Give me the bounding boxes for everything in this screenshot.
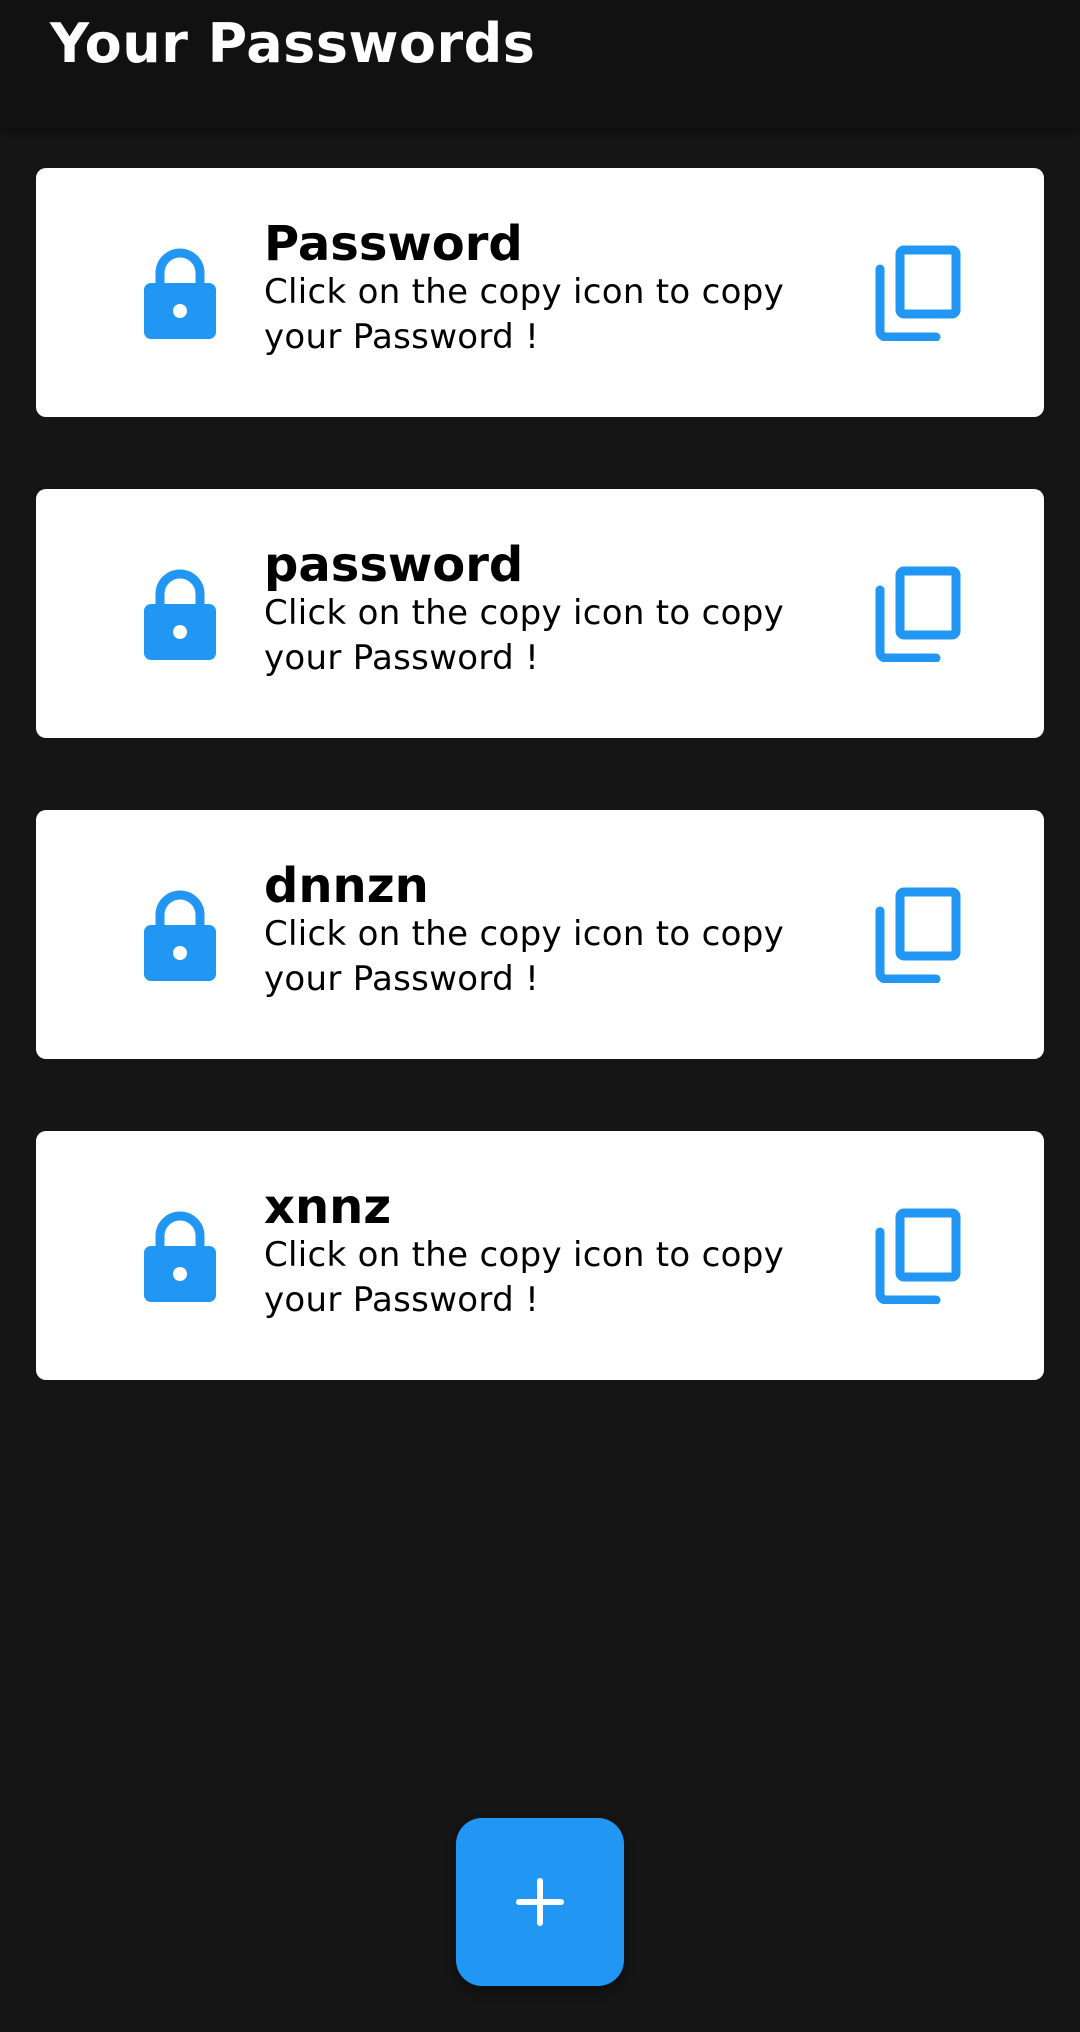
password-title: xnnz	[264, 1179, 392, 1235]
password-description: Click on the copy icon to copy your Pass…	[264, 914, 785, 999]
password-description: Click on the copy icon to copy your Pass…	[264, 1235, 785, 1320]
lock-icon	[144, 890, 216, 981]
password-title: password	[264, 537, 524, 593]
page-title: Your Passwords	[50, 12, 536, 75]
password-card[interactable]: dnnzn Click on the copy icon to copy you…	[36, 810, 1044, 1059]
password-title: dnnzn	[264, 858, 429, 914]
add-password-button[interactable]	[456, 1818, 624, 1986]
plus-icon	[516, 1878, 564, 1926]
password-card[interactable]: password Click on the copy icon to copy …	[36, 489, 1044, 738]
copy-icon[interactable]	[874, 245, 962, 341]
password-card[interactable]: xnnz Click on the copy icon to copy your…	[36, 1131, 1044, 1380]
password-description: Click on the copy icon to copy your Pass…	[264, 593, 785, 678]
copy-icon[interactable]	[874, 566, 962, 662]
copy-icon[interactable]	[874, 1208, 962, 1304]
password-card[interactable]: Password Click on the copy icon to copy …	[36, 168, 1044, 417]
card-text: password Click on the copy icon to copy …	[264, 539, 864, 681]
lock-icon	[144, 569, 216, 660]
app-bar: Your Passwords	[0, 0, 1080, 128]
lock-icon	[144, 1211, 216, 1302]
card-text: Password Click on the copy icon to copy …	[264, 218, 864, 360]
card-text: dnnzn Click on the copy icon to copy you…	[264, 860, 864, 1002]
copy-icon[interactable]	[874, 887, 962, 983]
lock-icon	[144, 248, 216, 339]
password-title: Password	[264, 216, 523, 272]
password-description: Click on the copy icon to copy your Pass…	[264, 272, 785, 357]
card-text: xnnz Click on the copy icon to copy your…	[264, 1181, 864, 1323]
